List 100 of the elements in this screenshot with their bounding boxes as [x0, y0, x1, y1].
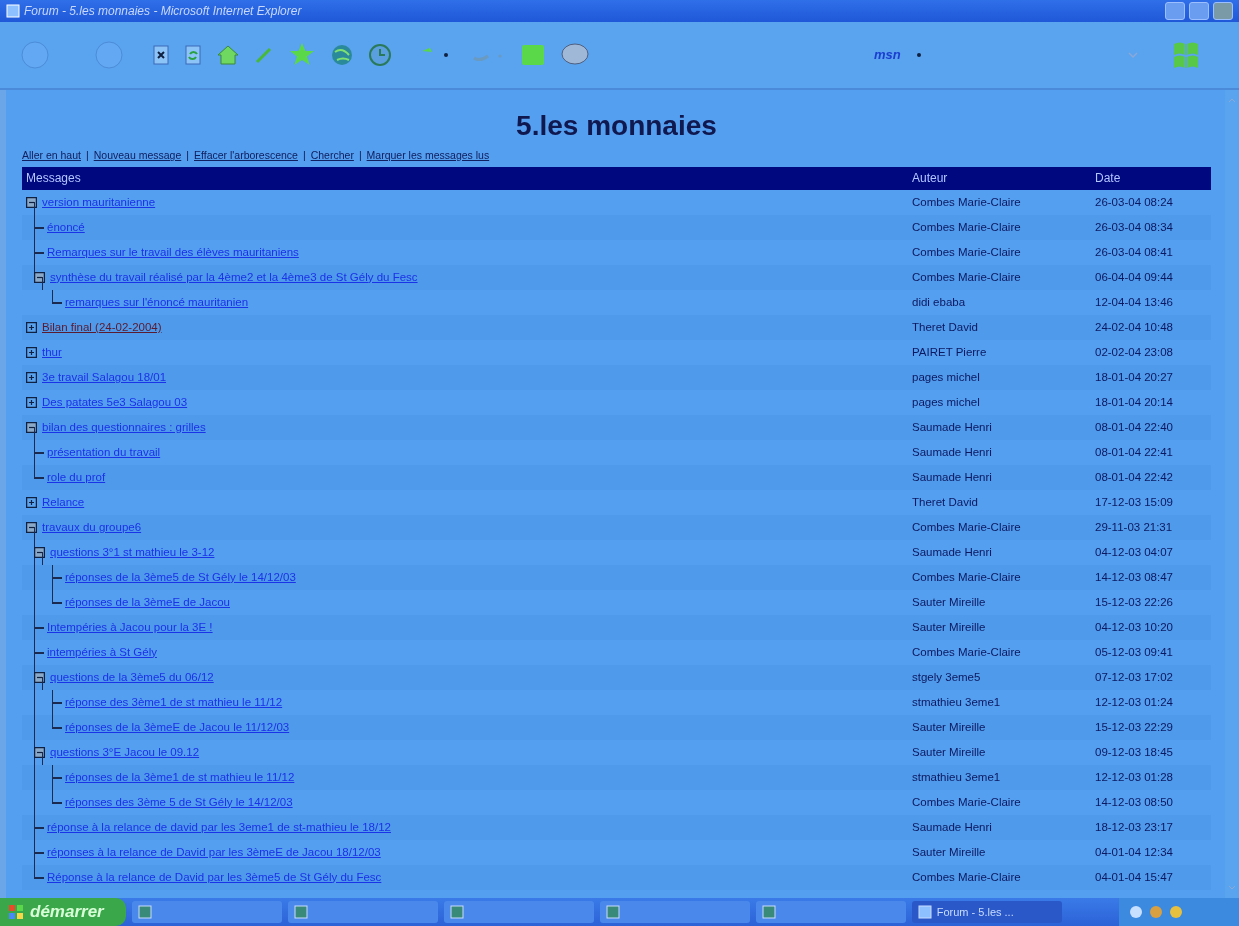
- chevron-icon[interactable]: [1126, 50, 1139, 60]
- message-link[interactable]: Relance: [42, 493, 85, 511]
- scroll-up-icon[interactable]: [1227, 96, 1237, 104]
- message-link[interactable]: synthèse du travail réalisé par la 4ème2 et la 4ème3 de St Gély du Fesc: [50, 268, 418, 286]
- scroll-down-icon[interactable]: [1227, 884, 1237, 892]
- globe-icon[interactable]: [330, 43, 354, 67]
- author-cell-text: Theret David: [911, 319, 979, 335]
- home-icon[interactable]: [216, 44, 240, 66]
- message-link[interactable]: énoncé: [47, 218, 85, 236]
- column-header: Date: [1094, 170, 1122, 188]
- app-icon: [137, 905, 152, 919]
- expand-icon[interactable]: [26, 346, 37, 358]
- message-link[interactable]: réponses de la 3ème1 de st mathieu le 11/12: [65, 768, 295, 786]
- message-link[interactable]: Intempéries à Jacou pour la 3E !: [47, 618, 213, 636]
- message-link[interactable]: thur: [42, 343, 62, 361]
- history-icon[interactable]: [368, 43, 392, 67]
- collapse-icon[interactable]: [34, 546, 45, 558]
- message-link[interactable]: 3e travail Salagou 18/01: [42, 368, 167, 386]
- message-link[interactable]: travaux du groupe6: [42, 518, 142, 536]
- message-link[interactable]: Réponse à la relance de David par les 3ème5 de St Gély du Fesc: [47, 868, 382, 886]
- author-cell-text: stmathieu 3eme1: [911, 769, 1002, 785]
- message-link[interactable]: questions de la 3ème5 du 06/12: [50, 668, 214, 686]
- date-cell-text: 07-12-03 17:02: [1094, 669, 1174, 685]
- nav-link[interactable]: Nouveau message: [93, 148, 182, 164]
- author-cell-text: Combes Marie-Claire: [911, 194, 1022, 210]
- collapse-icon[interactable]: [34, 671, 45, 683]
- author-cell-text: Sauter Mireille: [911, 744, 987, 760]
- date-cell-text: 02-02-04 23:08: [1094, 344, 1174, 360]
- message-link[interactable]: role du prof: [47, 468, 106, 486]
- separator: |: [358, 148, 362, 163]
- msn-logo[interactable]: msn: [874, 45, 901, 65]
- author-cell-text: Sauter Mireille: [911, 719, 987, 735]
- nav-link[interactable]: Chercher: [310, 148, 354, 164]
- message-link[interactable]: réponse à la relance de david par les 3eme1 de st-mathieu le 18/12: [47, 818, 391, 836]
- taskbar-button[interactable]: [599, 901, 750, 923]
- start-button[interactable]: démarrer: [0, 898, 126, 926]
- message-link[interactable]: questions 3°1 st mathieu le 3-12: [50, 543, 215, 561]
- nav-link[interactable]: Aller en haut: [22, 148, 81, 164]
- message-link[interactable]: présentation du travail: [47, 443, 161, 461]
- app-icon: [605, 905, 620, 919]
- taskbar-button[interactable]: [755, 901, 906, 923]
- separator: |: [302, 148, 306, 163]
- author-cell-text: Sauter Mireille: [911, 619, 987, 635]
- message-link[interactable]: réponses de la 3ème5 de St Gély le 14/12/03: [65, 568, 296, 586]
- message-link[interactable]: réponses des 3ème 5 de St Gély le 14/12/03: [65, 793, 293, 811]
- taskbar-button[interactable]: [443, 901, 594, 923]
- message-link[interactable]: Bilan final (24-02-2004): [42, 318, 162, 336]
- maximize-button[interactable]: [1189, 2, 1209, 20]
- minimize-button[interactable]: [1165, 2, 1185, 20]
- collapse-icon[interactable]: [26, 521, 37, 533]
- column-header: Auteur: [911, 170, 949, 188]
- expand-icon[interactable]: [26, 321, 37, 333]
- author-cell-text: Sauter Mireille: [911, 844, 987, 860]
- author-cell-text: Saumade Henri: [911, 544, 993, 560]
- message-link[interactable]: version mauritanienne: [42, 193, 156, 211]
- message-link[interactable]: réponse des 3ème1 de st mathieu le 11/12: [65, 693, 283, 711]
- message-link[interactable]: réponses de la 3èmeE de Jacou: [65, 593, 230, 611]
- message-link[interactable]: questions 3°E Jacou le 09.12: [50, 743, 200, 761]
- taskbar-button[interactable]: [131, 901, 282, 923]
- author-cell-text: Combes Marie-Claire: [911, 519, 1022, 535]
- collapse-icon[interactable]: [34, 746, 45, 758]
- author-cell-text: stmathieu 3eme1: [911, 694, 1002, 710]
- message-link[interactable]: intempéries à St Gély: [47, 643, 157, 661]
- date-cell-text: 14-12-03 08:47: [1094, 569, 1174, 585]
- author-cell-text: Combes Marie-Claire: [911, 244, 1022, 260]
- date-cell-text: 26-03-04 08:41: [1094, 244, 1174, 260]
- date-cell-text: 18-01-04 20:14: [1094, 394, 1174, 410]
- message-link[interactable]: Des patates 5e3 Salagou 03: [42, 393, 188, 411]
- window-icon: [6, 4, 20, 18]
- scrollbar[interactable]: [1225, 90, 1239, 898]
- forward-icon[interactable]: [94, 40, 124, 70]
- discuss-icon[interactable]: [560, 42, 590, 68]
- app-icon: [293, 905, 308, 919]
- message-link[interactable]: Remarques sur le travail des élèves mauritaniens: [47, 243, 299, 261]
- author-cell-text: Combes Marie-Claire: [911, 644, 1022, 660]
- date-cell-text: 26-03-04 08:24: [1094, 194, 1174, 210]
- refresh-icon[interactable]: [184, 45, 202, 65]
- nav-link[interactable]: Effacer l'arborescence: [194, 148, 298, 164]
- expand-icon[interactable]: [26, 396, 37, 408]
- close-button[interactable]: [1213, 2, 1233, 20]
- message-link[interactable]: bilan des questionnaires : grilles: [42, 418, 206, 436]
- taskbar-button[interactable]: [287, 901, 438, 923]
- tray-icon: [1149, 905, 1163, 919]
- message-link[interactable]: remarques sur l'énoncé mauritanien: [65, 293, 249, 311]
- collapse-icon[interactable]: [34, 271, 45, 283]
- nav-link[interactable]: Marquer les messages lus: [366, 148, 490, 164]
- edit-icon[interactable]: [520, 43, 546, 67]
- collapse-icon[interactable]: [26, 196, 37, 208]
- collapse-icon[interactable]: [26, 421, 37, 433]
- back-icon[interactable]: [20, 40, 50, 70]
- pen-icon[interactable]: [254, 45, 274, 65]
- expand-icon[interactable]: [26, 371, 37, 383]
- dropdown-icon[interactable]: [914, 51, 923, 59]
- message-link[interactable]: réponses de la 3èmeE de Jacou le 11/12/03: [65, 718, 290, 736]
- taskbar-button[interactable]: Forum - 5.les ...: [911, 901, 1062, 923]
- expand-icon[interactable]: [26, 496, 37, 508]
- stop-icon[interactable]: [152, 45, 170, 65]
- author-cell-text: Saumade Henri: [911, 469, 993, 485]
- date-cell-text: 04-12-03 10:20: [1094, 619, 1174, 635]
- message-link[interactable]: réponses à la relance de David par les 3èmeE de Jacou 18/12/03: [47, 843, 381, 861]
